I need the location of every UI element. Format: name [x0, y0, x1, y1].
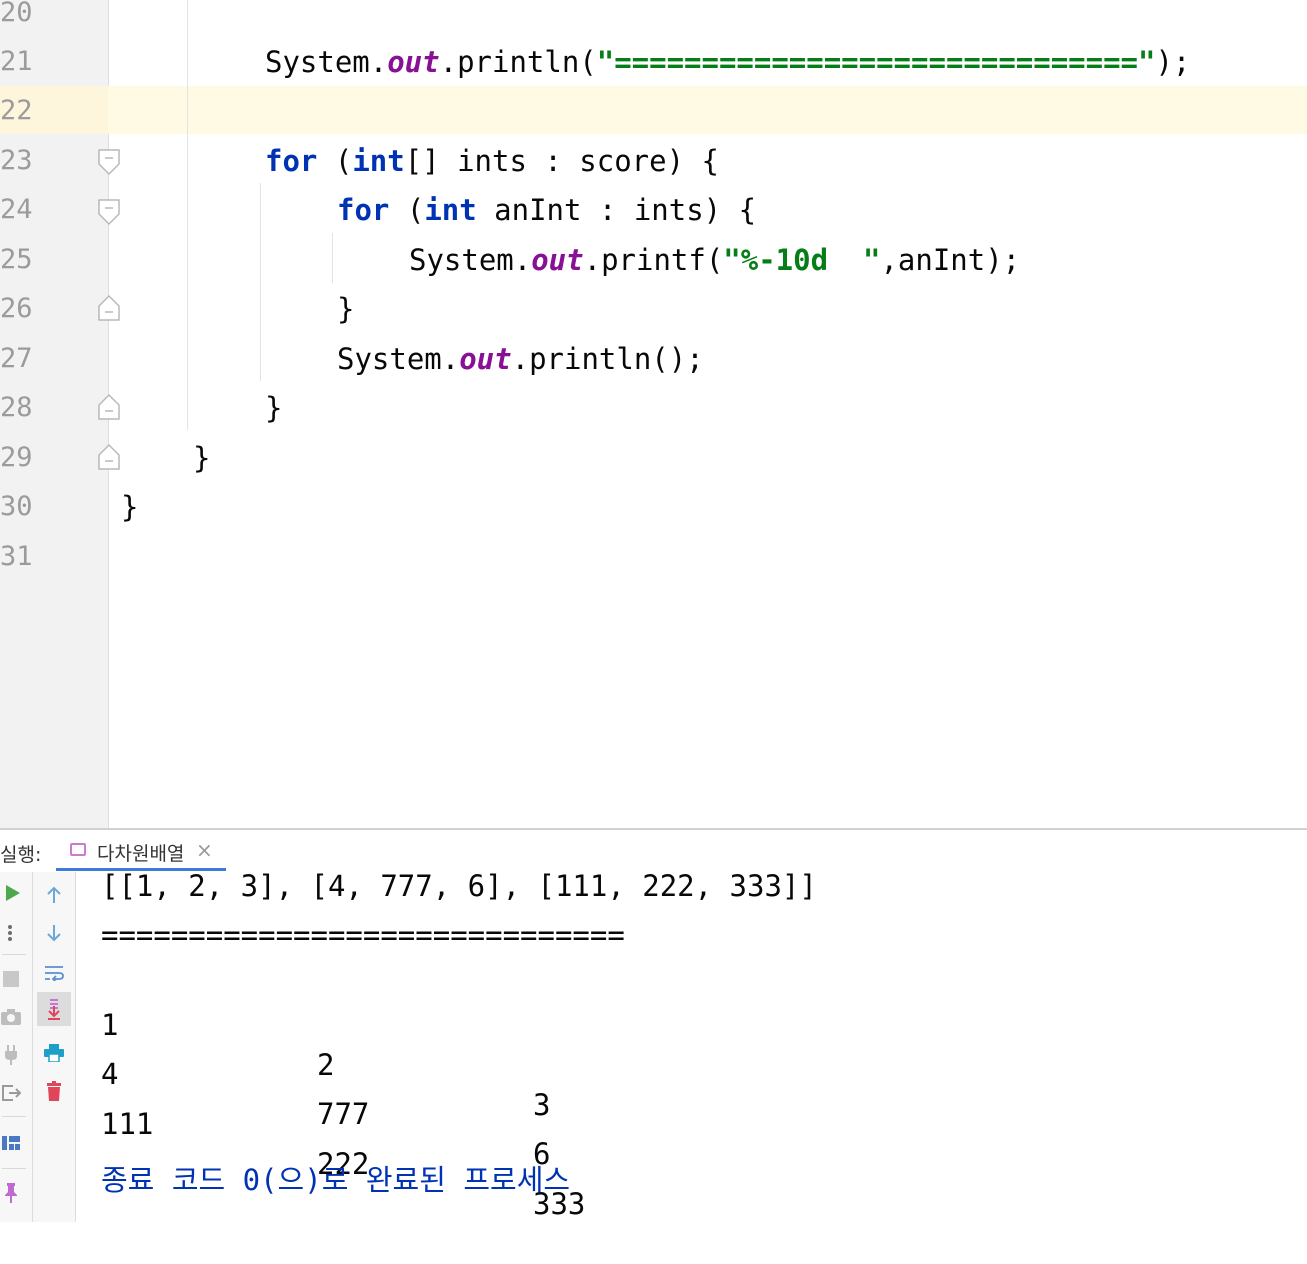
run-side-toolbar — [0, 872, 33, 1222]
arrow-down-icon — [47, 925, 61, 942]
printer-icon — [44, 1044, 64, 1062]
close-tab-icon[interactable]: × — [196, 838, 213, 862]
arrow-up-icon — [47, 886, 61, 903]
line-number: 25 — [0, 244, 33, 275]
soft-wrap-button[interactable] — [41, 958, 67, 988]
console-separator: ============================== — [101, 918, 625, 952]
run-tab-label: 다차원배열 — [97, 843, 185, 865]
code-line-25: System.out.printf("%-10d ",anInt); — [409, 243, 1021, 277]
soft-wrap-icon — [45, 966, 64, 981]
code-editor[interactable]: 20 21 22 23 24 25 26 27 28 29 30 31 Syst… — [0, 0, 1307, 828]
console-row: 1 2 3 — [101, 1008, 551, 1122]
code-line-27: System.out.println(); — [337, 342, 704, 376]
fold-end-icon[interactable] — [97, 393, 121, 421]
stop-icon — [3, 971, 19, 987]
line-number: 28 — [0, 392, 33, 423]
run-tool-window: 실행: 다차원배열 × [[1, 2, 3], [4, 777, 6], [11… — [0, 828, 1307, 1222]
fold-collapse-icon[interactable] — [97, 148, 121, 176]
plug-icon — [5, 1045, 17, 1065]
line-number: 20 — [0, 0, 33, 28]
previous-occurrence-button[interactable] — [41, 880, 67, 910]
line-number: 23 — [0, 145, 33, 176]
dump-threads-button[interactable] — [0, 1002, 22, 1032]
scroll-to-end-icon — [48, 999, 60, 1020]
code-line-23: for (int[] ints : score) { — [265, 144, 719, 178]
print-button[interactable] — [41, 1038, 67, 1068]
line-number: 27 — [0, 343, 33, 374]
line-number: 30 — [0, 491, 33, 522]
console-toolbar — [33, 872, 76, 1222]
line-number: 31 — [0, 541, 33, 572]
play-icon — [6, 885, 20, 901]
indent-guide — [332, 233, 333, 283]
trash-icon — [47, 1081, 61, 1101]
run-label: 실행: — [0, 844, 42, 866]
pin-icon — [5, 1183, 17, 1203]
camera-icon — [1, 1009, 21, 1025]
fold-collapse-icon[interactable] — [97, 198, 121, 226]
code-line-26: } — [337, 292, 355, 326]
run-tab[interactable]: 다차원배열 × — [56, 830, 226, 871]
process-exit-message: 종료 코드 0(으)로 완료된 프로세스 — [101, 1163, 571, 1197]
attach-button[interactable] — [0, 1040, 22, 1070]
current-line-highlight — [0, 86, 1307, 134]
clear-all-button[interactable] — [41, 1076, 67, 1106]
line-number: 24 — [0, 194, 33, 225]
layout-button[interactable] — [0, 1128, 22, 1158]
rerun-button[interactable] — [0, 878, 26, 908]
code-line-28: } — [265, 391, 283, 425]
line-number: 26 — [0, 293, 33, 324]
code-line-30: } — [121, 490, 139, 524]
code-line-24: for (int anInt : ints) { — [337, 193, 757, 227]
pin-button[interactable] — [0, 1178, 22, 1208]
scroll-to-end-button[interactable] — [37, 992, 71, 1026]
line-number: 29 — [0, 442, 33, 473]
stop-button[interactable] — [0, 964, 22, 994]
next-occurrence-button[interactable] — [41, 918, 67, 948]
run-config-icon — [70, 843, 86, 856]
exit-icon — [2, 1085, 21, 1101]
console-row: 111 222 333 — [101, 1107, 586, 1221]
indent-guide — [260, 183, 261, 381]
fold-end-icon[interactable] — [97, 294, 121, 322]
more-vertical-icon — [8, 925, 12, 941]
layout-icon — [2, 1136, 20, 1150]
code-line-29: } — [193, 441, 211, 475]
line-number: 22 — [0, 95, 33, 126]
more-options-button[interactable] — [0, 918, 20, 948]
indent-guide — [187, 0, 188, 430]
line-number: 21 — [0, 46, 33, 77]
code-line-21: System.out.println("====================… — [265, 45, 1191, 79]
console-array-line: [[1, 2, 3], [4, 777, 6], [111, 222, 333]… — [101, 869, 817, 903]
fold-end-icon[interactable] — [97, 443, 121, 471]
console-row: 4 777 6 — [101, 1057, 551, 1171]
exit-button[interactable] — [0, 1078, 22, 1108]
